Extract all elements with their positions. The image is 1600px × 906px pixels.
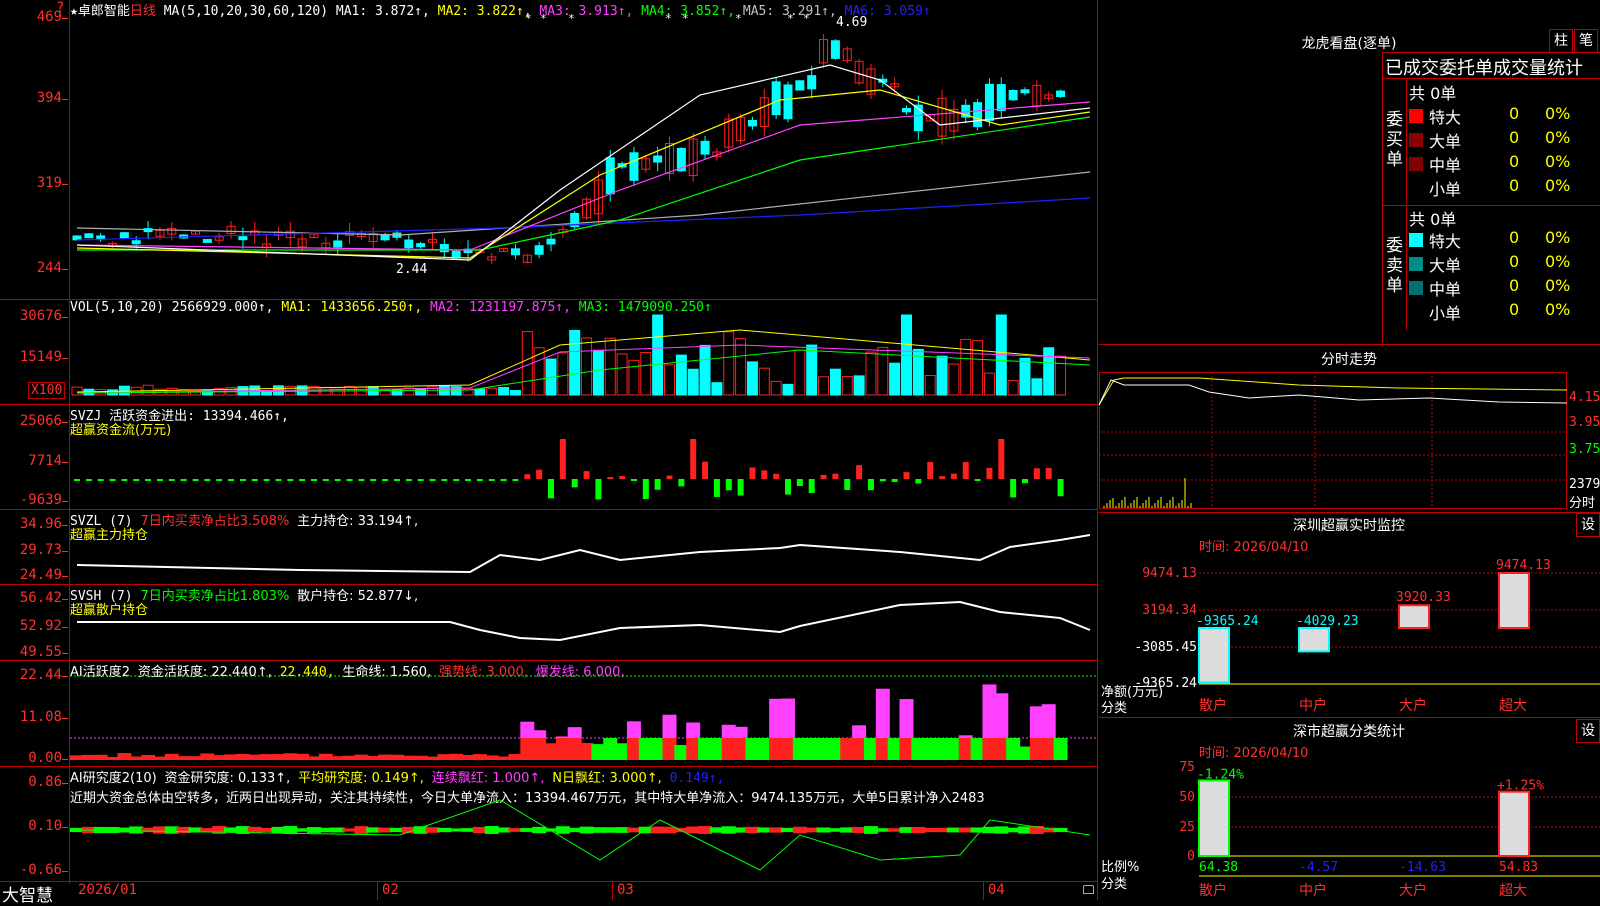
sc-category: 大户 xyxy=(1399,882,1427,899)
research-line xyxy=(76,799,1091,871)
sc-bottom-label: -4.57 xyxy=(1299,860,1338,875)
research-chart[interactable] xyxy=(0,0,1098,900)
sc-top-label: +1.25% xyxy=(1497,779,1544,794)
main-chart-area[interactable]: ? ★卓郎智能日线 MA(5,10,20,30,60,120) MA1: 3.8… xyxy=(0,0,1098,906)
sc-category: 散户 xyxy=(1199,882,1227,899)
sc-top-label: -1.24% xyxy=(1197,767,1244,782)
sc-bar xyxy=(1198,779,1230,858)
date-label-jan: 2026/01 xyxy=(78,882,138,898)
brand-logo: 大智慧 xyxy=(2,886,53,906)
sc-bar-chart[interactable]: -1.24% 64.38 散户 -4.57 中户 -14.63 大户 +1.25% 54.83 超… xyxy=(1099,0,1600,900)
date-label-feb: 02 xyxy=(382,882,399,898)
right-panel: 龙虎看盘(逐单) 柱 笔 已成交委托单成交量统计 委买单 共 0单 特大 0 0% 大… xyxy=(1098,0,1600,900)
sc-bottom-label: 64.38 xyxy=(1199,860,1238,875)
sc-category: 中户 xyxy=(1299,882,1327,899)
date-label-apr: 04 xyxy=(988,882,1005,898)
date-label-mar: 03 xyxy=(617,882,634,898)
sc-category: 超大 xyxy=(1499,883,1527,899)
sc-bar xyxy=(1498,790,1530,858)
lock-icon[interactable] xyxy=(1083,885,1094,894)
sc-bottom-label: 54.83 xyxy=(1499,860,1538,875)
sc-bottom-label: -14.63 xyxy=(1399,860,1446,875)
